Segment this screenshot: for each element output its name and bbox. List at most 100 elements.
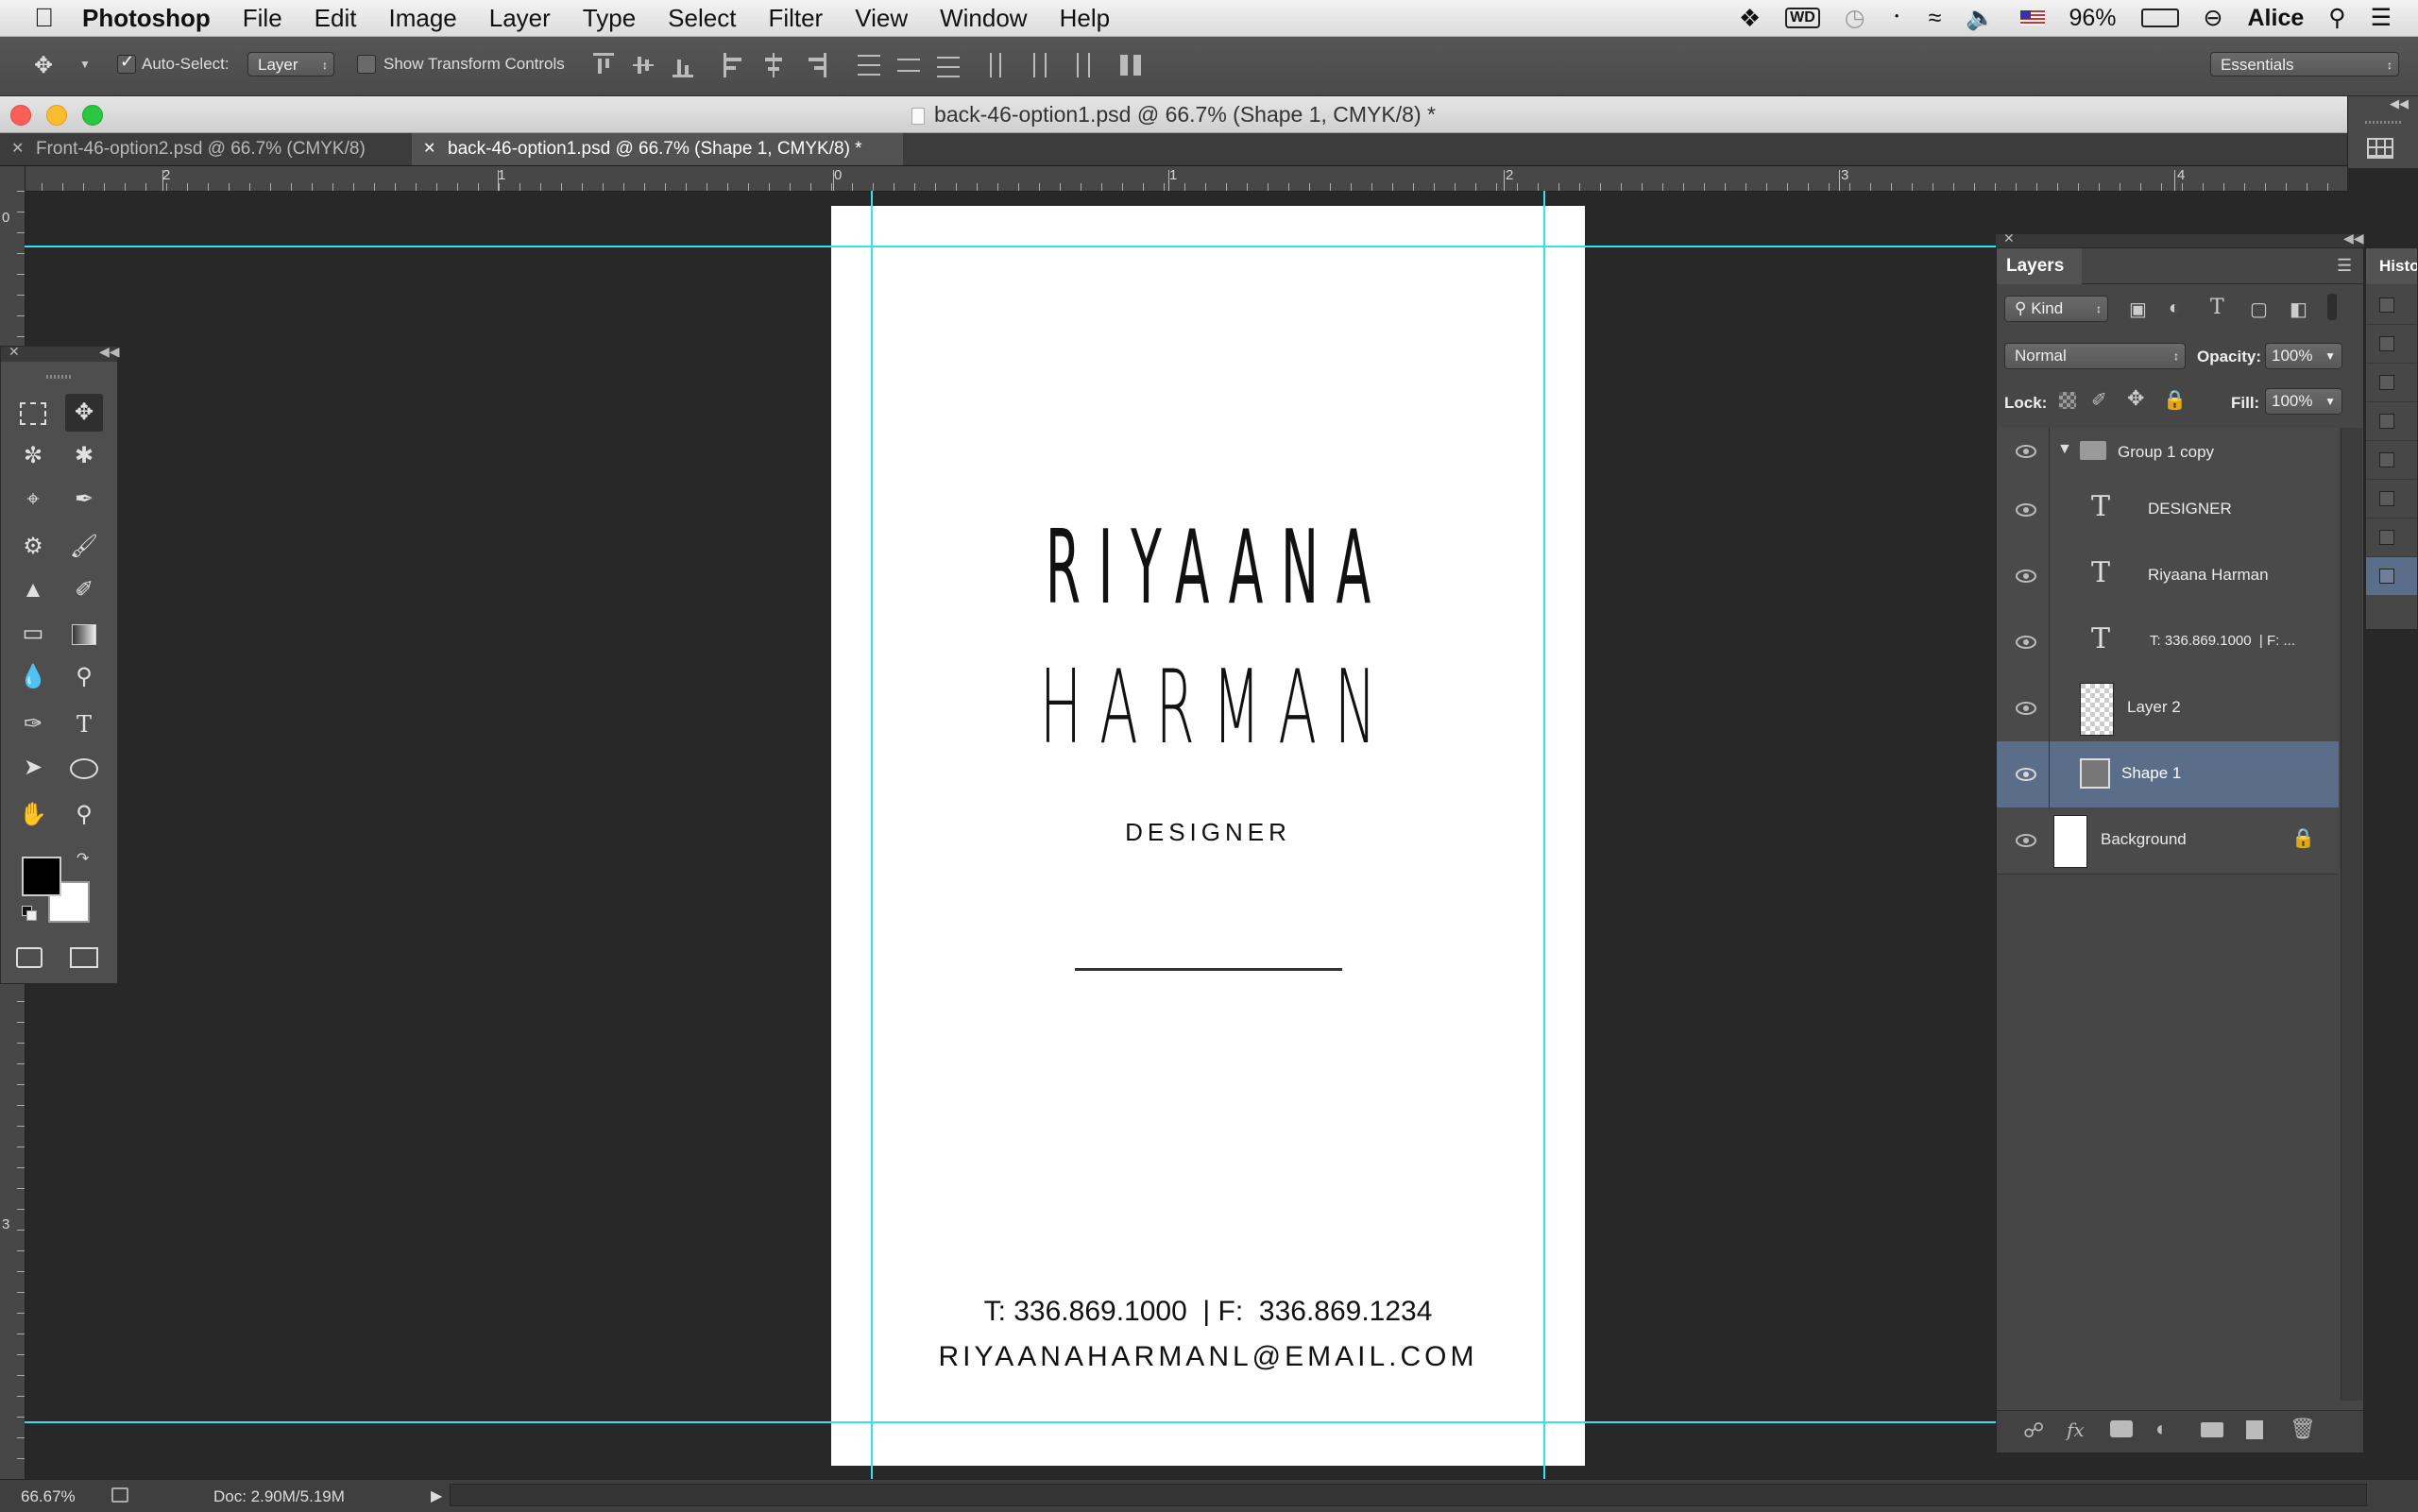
filter-smart-object-icon[interactable]: ◧ bbox=[2290, 297, 2307, 321]
panel-menu-icon[interactable]: ☰ bbox=[2337, 256, 2352, 276]
dropbox-icon[interactable]: ❖ bbox=[1739, 4, 1761, 33]
menu-image[interactable]: Image bbox=[388, 4, 456, 33]
adjustment-layer-icon[interactable]: ◐ bbox=[2155, 1417, 2168, 1441]
filter-shape-icon[interactable]: ▢ bbox=[2250, 297, 2268, 321]
visibility-eye-icon[interactable] bbox=[2014, 564, 2038, 588]
path-selection-tool[interactable]: ➤ bbox=[14, 749, 52, 787]
menu-layer[interactable]: Layer bbox=[489, 4, 551, 33]
lock-image-pixels-icon[interactable]: ✐ bbox=[2091, 388, 2107, 412]
align-top-icon[interactable] bbox=[593, 53, 614, 80]
tab-front-46-option2[interactable]: ✕ Front-46-option2.psd @ 66.7% (CMYK/8) bbox=[0, 133, 421, 165]
grip-icon[interactable] bbox=[2365, 121, 2403, 124]
visibility-eye-icon[interactable] bbox=[2014, 696, 2038, 721]
history-state[interactable] bbox=[2366, 518, 2417, 557]
new-layer-icon[interactable] bbox=[2246, 1420, 2263, 1439]
menu-type[interactable]: Type bbox=[583, 4, 636, 33]
wd-icon[interactable]: WD bbox=[1785, 8, 1820, 28]
workspace-dropdown[interactable]: Essentials ↕ bbox=[2210, 52, 2399, 76]
ruler-corner[interactable] bbox=[0, 166, 26, 192]
history-state[interactable] bbox=[2366, 364, 2417, 402]
healing-brush-tool[interactable]: ⚙ bbox=[14, 528, 52, 566]
fill-field[interactable]: 100% ▼ bbox=[2265, 388, 2342, 415]
clone-stamp-tool[interactable]: ▲ bbox=[14, 571, 52, 609]
type-tool[interactable]: T bbox=[65, 705, 103, 743]
minimize-window-button[interactable] bbox=[46, 105, 67, 126]
visibility-eye-icon[interactable] bbox=[2014, 498, 2038, 522]
spotlight-icon[interactable]: ⚲ bbox=[2328, 4, 2345, 32]
zoom-window-button[interactable] bbox=[82, 105, 103, 126]
dodge-tool[interactable]: ⚲ bbox=[65, 658, 103, 696]
auto-select-checkbox[interactable]: ✓ bbox=[117, 52, 136, 74]
lasso-tool[interactable]: ✼ bbox=[14, 437, 52, 475]
apple-icon[interactable]:  bbox=[34, 3, 54, 33]
menu-app-name[interactable]: Photoshop bbox=[82, 4, 211, 33]
distribute-vcenter-icon[interactable] bbox=[897, 53, 920, 77]
opacity-field[interactable]: 100% ▼ bbox=[2265, 343, 2342, 369]
layers-scrollbar[interactable] bbox=[2341, 428, 2362, 1401]
history-brush-tool[interactable]: ✐ bbox=[65, 571, 103, 609]
screen-mode-button[interactable] bbox=[65, 938, 103, 976]
bluetooth-icon[interactable]: ᛫ bbox=[1890, 5, 1904, 32]
gradient-tool[interactable] bbox=[65, 615, 103, 653]
visibility-eye-icon[interactable] bbox=[2014, 762, 2038, 787]
distribute-right-icon[interactable] bbox=[1067, 53, 1090, 77]
user-name[interactable]: Alice bbox=[2248, 5, 2305, 32]
pen-tool[interactable]: ✑ bbox=[14, 705, 52, 743]
dropdown-arrow-icon[interactable]: ▼ bbox=[2324, 344, 2336, 368]
close-tab-icon[interactable]: ✕ bbox=[423, 133, 435, 165]
history-state[interactable] bbox=[2366, 480, 2417, 518]
card-name-line2[interactable]: HARMAN bbox=[1001, 652, 1416, 765]
volume-icon[interactable]: 🔈 bbox=[1966, 5, 1995, 32]
eraser-tool[interactable]: ▭ bbox=[14, 615, 52, 653]
distribute-bottom-icon[interactable] bbox=[937, 53, 960, 77]
delete-layer-icon[interactable]: 🗑 bbox=[2290, 1417, 2316, 1441]
menu-window[interactable]: Window bbox=[940, 4, 1027, 33]
battery-icon[interactable] bbox=[2140, 8, 2179, 27]
menu-filter[interactable]: Filter bbox=[768, 4, 823, 33]
zoom-tool[interactable]: ⚲ bbox=[65, 796, 103, 834]
brush-tool[interactable]: 🖌 bbox=[65, 528, 103, 566]
notification-center-icon[interactable]: ☰ bbox=[2371, 4, 2392, 32]
layers-tab[interactable]: Layers bbox=[1997, 248, 2082, 284]
guide-horizontal-top[interactable] bbox=[25, 246, 1996, 247]
layer-row-shape-1[interactable]: Shape 1 bbox=[1997, 741, 2339, 808]
expand-dock-icon[interactable]: ◀◀ bbox=[2390, 96, 2409, 111]
menu-select[interactable]: Select bbox=[668, 4, 736, 33]
properties-panel-icon[interactable] bbox=[2367, 138, 2393, 159]
layer-row-layer-2[interactable]: Layer 2 bbox=[1997, 675, 2339, 742]
align-hcenter-icon[interactable] bbox=[763, 53, 784, 77]
lock-position-icon[interactable]: ✥ bbox=[2127, 386, 2144, 411]
zoom-level-field[interactable]: 66.67% bbox=[21, 1487, 76, 1506]
eyedropper-tool[interactable]: ✒ bbox=[65, 481, 103, 518]
visibility-eye-icon[interactable] bbox=[2014, 630, 2038, 654]
distribute-left-icon[interactable] bbox=[988, 53, 1011, 77]
align-vcenter-icon[interactable] bbox=[633, 53, 654, 77]
visibility-eye-icon[interactable] bbox=[2014, 828, 2038, 853]
link-layers-icon[interactable]: ☍ bbox=[2023, 1419, 2044, 1443]
horizontal-scrollbar[interactable] bbox=[450, 1484, 2367, 1506]
history-state[interactable] bbox=[2366, 402, 2417, 441]
move-tool[interactable]: ✥ bbox=[65, 394, 103, 432]
ellipse-tool[interactable] bbox=[65, 749, 103, 787]
filter-pixel-icon[interactable]: ▣ bbox=[2129, 297, 2147, 321]
foreground-color-swatch[interactable] bbox=[22, 857, 61, 896]
menu-view[interactable]: View bbox=[855, 4, 908, 33]
new-group-icon[interactable] bbox=[2201, 1422, 2223, 1437]
menu-help[interactable]: Help bbox=[1060, 4, 1110, 33]
quick-mask-button[interactable] bbox=[10, 938, 48, 976]
layer-row-designer[interactable]: T DESIGNER bbox=[1997, 477, 2339, 544]
history-state[interactable] bbox=[2366, 441, 2417, 480]
disclosure-triangle-icon[interactable]: ▼ bbox=[2057, 441, 2072, 458]
card-email-line[interactable]: RIYAANAHARMANL@EMAIL.COM bbox=[831, 1341, 1585, 1373]
layer-style-fx-icon[interactable]: fx bbox=[2067, 1419, 2085, 1441]
align-left-icon[interactable] bbox=[724, 53, 747, 77]
history-tab[interactable]: Histo bbox=[2366, 248, 2417, 284]
guide-vertical-right[interactable] bbox=[1543, 191, 1545, 1479]
guide-vertical-left[interactable] bbox=[871, 191, 873, 1479]
filter-toggle-switch[interactable] bbox=[2327, 294, 2337, 320]
add-mask-icon[interactable] bbox=[2110, 1420, 2133, 1437]
card-name-line1[interactable]: RIYAANA bbox=[1001, 512, 1416, 625]
layer-row-riyaana-harman[interactable]: T Riyaana Harman bbox=[1997, 543, 2339, 610]
tab-back-46-option1[interactable]: ✕ back-46-option1.psd @ 66.7% (Shape 1, … bbox=[412, 133, 903, 165]
move-tool-preset-icon[interactable]: ✥ bbox=[34, 52, 53, 79]
